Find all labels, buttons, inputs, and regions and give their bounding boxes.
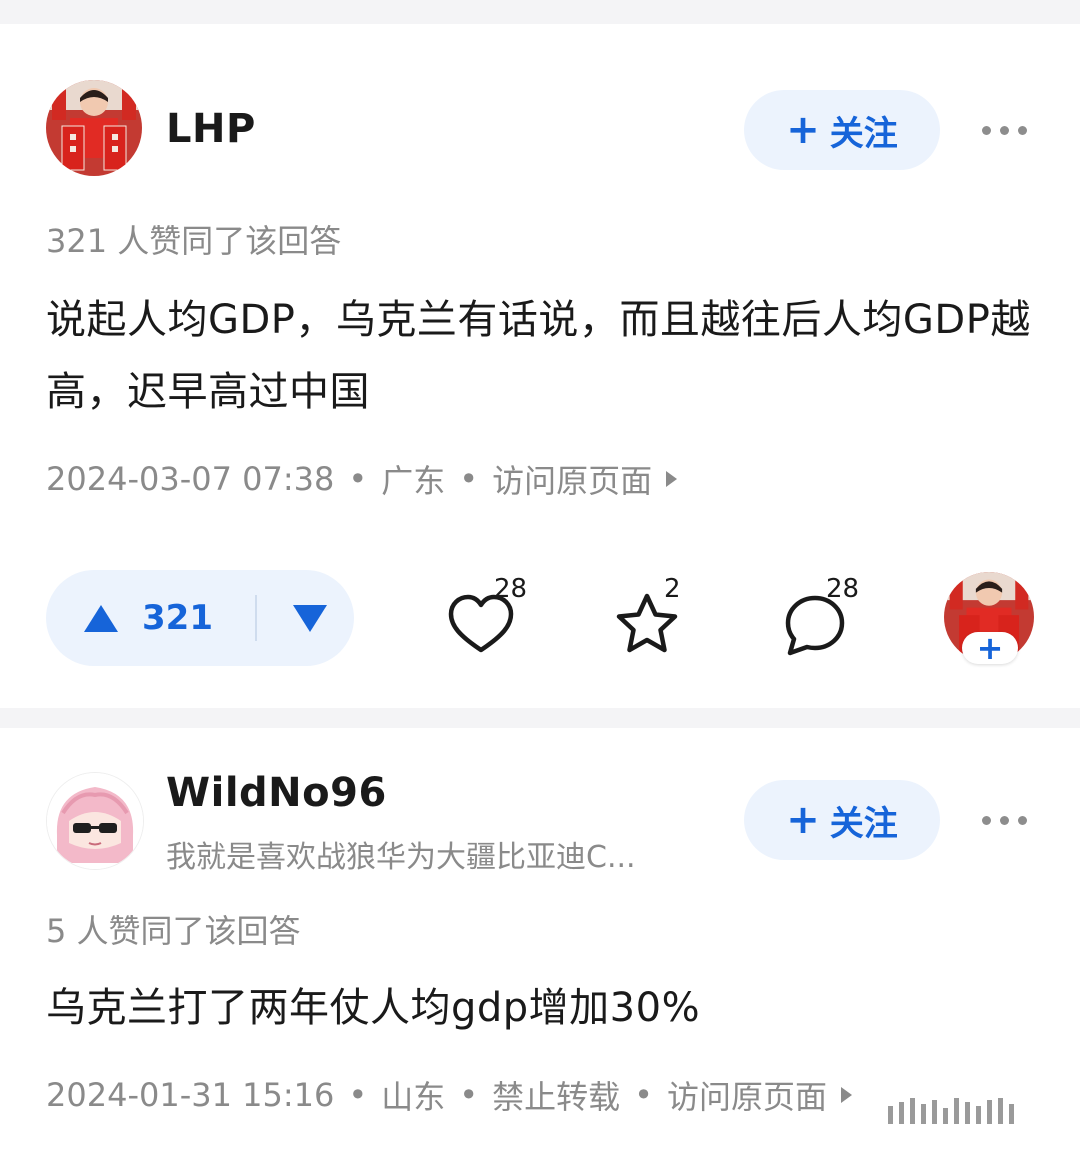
dot-separator: • (459, 460, 479, 498)
answer-divider (0, 708, 1080, 728)
vote-summary: 321 人赞同了该回答 (46, 222, 342, 260)
author-avatar[interactable] (46, 772, 144, 870)
reply-avatar[interactable]: + (944, 572, 1034, 664)
answer-content[interactable]: 说起人均GDP，乌克兰有话说，而且越往后人均GDP越高，迟早高过中国 (46, 284, 1036, 428)
comment-count: 28 (826, 574, 860, 604)
author-name[interactable]: WildNo96 (166, 770, 387, 816)
answer-meta: 2024-01-31 15:16 • 山东 • 禁止转载 • 访问原页面 (46, 1072, 853, 1118)
upvote-icon (84, 604, 118, 632)
answer-card: WildNo96 我就是喜欢战狼华为大疆比亚迪C... + 关注 5 人赞同了该… (0, 728, 1080, 1152)
like-button[interactable]: 28 (446, 574, 536, 666)
post-datetime: 2024-01-31 15:16 (46, 1076, 335, 1114)
favorite-count: 2 (664, 574, 681, 604)
dot-separator: • (348, 1076, 368, 1114)
vote-summary: 5 人赞同了该回答 (46, 912, 301, 950)
dot-separator: • (348, 460, 368, 498)
reprint-notice: 禁止转载 (492, 1078, 621, 1116)
post-datetime: 2024-03-07 07:38 (46, 460, 335, 498)
view-original-link[interactable]: 访问原页面 (667, 1072, 827, 1118)
answer-content[interactable]: 乌克兰打了两年仗人均gdp增加30% (46, 972, 1036, 1044)
play-arrow-icon (666, 471, 678, 487)
more-options-icon[interactable] (982, 816, 1027, 825)
post-location: 山东 (381, 1078, 446, 1116)
vote-divider (254, 595, 257, 641)
follow-label: 关注 (829, 113, 898, 154)
view-original-link[interactable]: 访问原页面 (492, 456, 652, 502)
author-avatar[interactable] (46, 80, 142, 176)
post-location: 广东 (381, 462, 446, 500)
add-icon: + (962, 632, 1018, 664)
author-name[interactable]: LHP (166, 106, 256, 152)
watermark-logo (888, 1098, 1014, 1124)
follow-label: 关注 (829, 803, 898, 844)
vote-bar: 321 (46, 570, 354, 666)
plus-icon: + (786, 797, 820, 843)
follow-button[interactable]: + 关注 (744, 780, 940, 860)
dot-separator: • (459, 1076, 479, 1114)
follow-button[interactable]: + 关注 (744, 90, 940, 170)
more-options-icon[interactable] (982, 126, 1027, 135)
play-arrow-icon (841, 1087, 853, 1103)
author-bio: 我就是喜欢战狼华为大疆比亚迪C... (166, 840, 636, 875)
answer-card: LHP + 关注 321 人赞同了该回答 说起人均GDP，乌克兰有话说，而且越往… (0, 36, 1080, 708)
comment-button[interactable]: 28 (780, 574, 870, 666)
dot-separator: • (634, 1076, 654, 1114)
downvote-button[interactable] (292, 604, 327, 632)
top-separator (0, 0, 1080, 24)
favorite-button[interactable]: 2 (612, 574, 702, 666)
upvote-button[interactable]: 321 (84, 598, 213, 638)
like-count: 28 (494, 574, 528, 604)
plus-icon: + (786, 107, 820, 153)
upvote-count: 321 (142, 598, 213, 638)
answer-meta: 2024-03-07 07:38 • 广东 • 访问原页面 (46, 456, 678, 502)
